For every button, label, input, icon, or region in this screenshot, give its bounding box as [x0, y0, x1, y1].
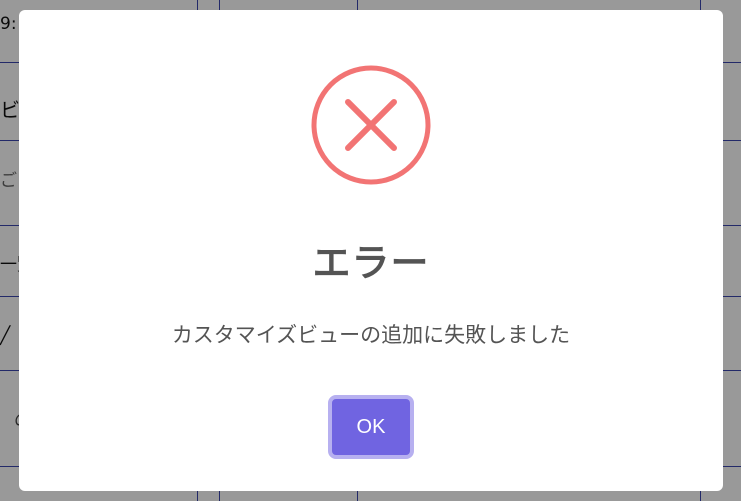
error-x-circle-icon	[310, 64, 432, 186]
error-dialog: エラー カスタマイズビューの追加に失敗しました OK	[19, 10, 723, 491]
ok-button-label: OK	[356, 415, 386, 438]
dialog-message: カスタマイズビューの追加に失敗しました	[171, 323, 571, 347]
ok-button[interactable]: OK	[328, 395, 414, 459]
dialog-title: エラー	[312, 241, 430, 285]
